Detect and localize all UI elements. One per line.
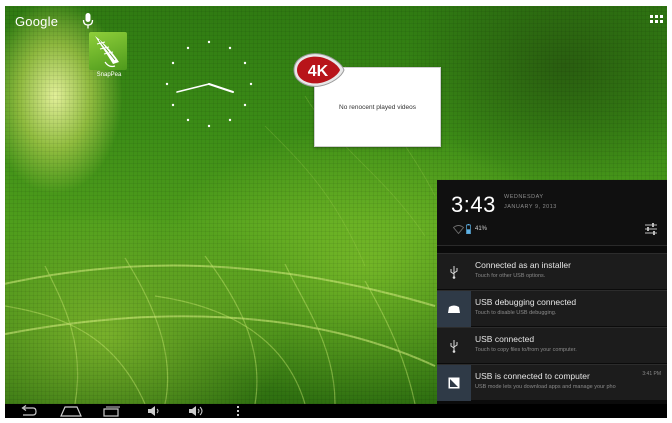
wifi-icon bbox=[453, 225, 464, 234]
notification-icon-box bbox=[437, 254, 471, 290]
menu-icon[interactable] bbox=[235, 405, 241, 417]
recent-videos-empty-text: No renocent played videos bbox=[339, 104, 416, 111]
android-home-screen: Google SnapPea No renocent played videos… bbox=[5, 6, 667, 418]
video-player-widget: No renocent played videos 4K bbox=[290, 50, 442, 158]
notification-title: USB connected bbox=[475, 334, 535, 344]
clock-time: 3:43 bbox=[451, 192, 496, 217]
notification-title: USB is connected to computer bbox=[475, 371, 590, 381]
system-navigation-bar bbox=[5, 404, 667, 418]
notification-item[interactable]: Connected as an installer Touch for othe… bbox=[437, 253, 667, 289]
app-drawer-icon[interactable] bbox=[650, 15, 664, 27]
notification-subtitle: Touch for other USB options. bbox=[475, 273, 546, 279]
clock-weekday: WEDNESDAY bbox=[504, 194, 544, 200]
usb-icon bbox=[450, 266, 458, 279]
analog-clock-widget[interactable] bbox=[163, 38, 255, 130]
notification-subtitle: USB mode lets you download apps and mana… bbox=[475, 384, 616, 390]
notification-title: Connected as an installer bbox=[475, 260, 571, 270]
usb-icon bbox=[450, 340, 458, 353]
battery-icon bbox=[466, 224, 471, 234]
google-search-label: Google bbox=[15, 13, 59, 29]
android-debug-icon bbox=[448, 305, 460, 313]
notification-subtitle: Touch to copy files to/from your compute… bbox=[475, 347, 577, 353]
notification-header: 3:43 WEDNESDAY JANUARY 9, 2013 41% bbox=[437, 180, 667, 246]
battery-percentage: 41% bbox=[475, 226, 488, 232]
snappea-shortcut[interactable]: SnapPea bbox=[89, 32, 129, 84]
back-icon[interactable] bbox=[19, 405, 37, 417]
notification-subtitle: Touch to disable USB debugging. bbox=[475, 310, 557, 316]
4k-badge-icon[interactable]: 4K bbox=[290, 50, 346, 90]
snappea-label: SnapPea bbox=[96, 72, 122, 78]
volume-up-icon[interactable] bbox=[188, 405, 206, 417]
clock-date: JANUARY 9, 2013 bbox=[504, 204, 557, 210]
notification-title: USB debugging connected bbox=[475, 297, 577, 307]
notification-item[interactable]: USB connected Touch to copy files to/fro… bbox=[437, 327, 667, 363]
notification-icon-box bbox=[437, 291, 471, 327]
notification-shade: 3:43 WEDNESDAY JANUARY 9, 2013 41% Conne… bbox=[437, 180, 667, 404]
snappea-icon bbox=[89, 32, 127, 70]
quick-settings-icon[interactable] bbox=[644, 223, 658, 235]
notification-time: 3:41 PM bbox=[642, 371, 661, 377]
4k-badge-text: 4K bbox=[308, 63, 329, 80]
home-icon[interactable] bbox=[60, 405, 82, 417]
notification-item[interactable]: USB is connected to computer 3:41 PM USB… bbox=[437, 364, 667, 401]
volume-down-icon[interactable] bbox=[147, 405, 161, 417]
notification-icon-box bbox=[437, 328, 471, 364]
microphone-icon[interactable] bbox=[81, 12, 95, 30]
notification-item[interactable]: USB debugging connected Touch to disable… bbox=[437, 290, 667, 327]
usb-mode-icon bbox=[448, 377, 460, 389]
google-search-bar[interactable]: Google bbox=[15, 12, 58, 30]
recent-apps-icon[interactable] bbox=[103, 405, 121, 417]
notification-icon-box bbox=[437, 365, 471, 401]
